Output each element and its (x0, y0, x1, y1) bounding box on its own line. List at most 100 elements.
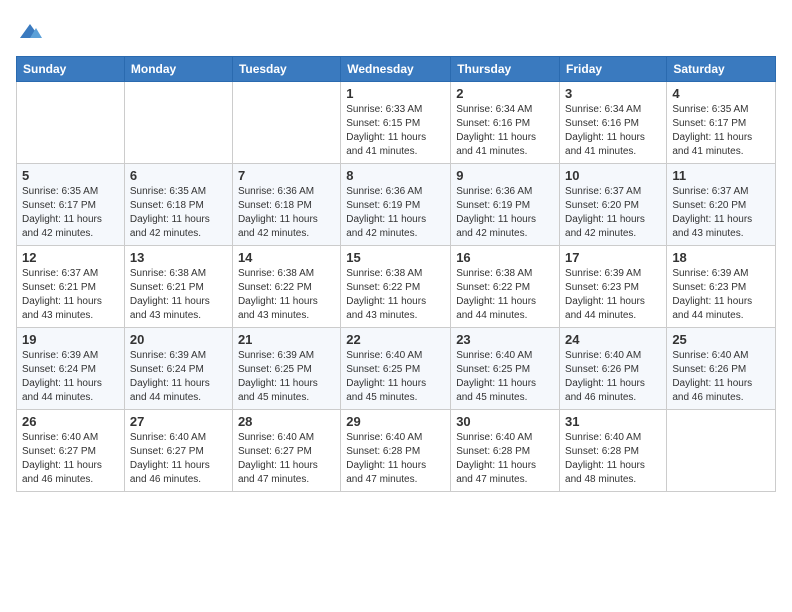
day-cell: 23 Sunrise: 6:40 AMSunset: 6:25 PMDayligh… (451, 328, 560, 410)
day-cell: 8 Sunrise: 6:36 AMSunset: 6:19 PMDaylight… (341, 164, 451, 246)
day-info: Sunrise: 6:37 AMSunset: 6:20 PMDaylight:… (565, 185, 661, 241)
day-info: Sunrise: 6:38 AMSunset: 6:22 PMDaylight:… (238, 267, 335, 323)
day-info: Sunrise: 6:39 AMSunset: 6:23 PMDaylight:… (672, 267, 770, 323)
day-number: 23 (456, 332, 554, 347)
day-info: Sunrise: 6:38 AMSunset: 6:21 PMDaylight:… (130, 267, 227, 323)
day-cell: 20Sunrise: 6:39 AMSunset: 6:24 PMDayligh… (124, 328, 232, 410)
day-number: 8 (346, 168, 445, 183)
day-number: 27 (130, 414, 227, 429)
day-cell: 1 Sunrise: 6:33 AMSunset: 6:15 PMDaylight… (341, 82, 451, 164)
day-cell (667, 410, 776, 492)
day-cell: 10 Sunrise: 6:37 AMSunset: 6:20 PMDayligh… (560, 164, 667, 246)
day-info: Sunrise: 6:40 AMSunset: 6:25 PMDaylight:… (346, 349, 445, 405)
day-number: 29 (346, 414, 445, 429)
weekday-header-thursday: Thursday (451, 57, 560, 82)
weekday-header-sunday: Sunday (17, 57, 125, 82)
day-number: 20 (130, 332, 227, 347)
day-cell: 22 Sunrise: 6:40 AMSunset: 6:25 PMDayligh… (341, 328, 451, 410)
day-info: Sunrise: 6:40 AMSunset: 6:28 PMDaylight:… (346, 431, 445, 487)
day-cell: 25 Sunrise: 6:40 AMSunset: 6:26 PMDayligh… (667, 328, 776, 410)
day-number: 21 (238, 332, 335, 347)
day-info: Sunrise: 6:40 AMSunset: 6:26 PMDaylight:… (672, 349, 770, 405)
day-info: Sunrise: 6:40 AMSunset: 6:26 PMDaylight:… (565, 349, 661, 405)
day-cell (124, 82, 232, 164)
week-row-3: 12Sunrise: 6:37 AMSunset: 6:21 PMDayligh… (17, 246, 776, 328)
day-info: Sunrise: 6:34 AMSunset: 6:16 PMDaylight:… (456, 103, 554, 159)
day-info: Sunrise: 6:37 AMSunset: 6:21 PMDaylight:… (22, 267, 119, 323)
day-info: Sunrise: 6:36 AMSunset: 6:19 PMDaylight:… (456, 185, 554, 241)
day-number: 25 (672, 332, 770, 347)
day-cell (232, 82, 340, 164)
day-cell: 14 Sunrise: 6:38 AMSunset: 6:22 PMDayligh… (232, 246, 340, 328)
week-row-1: 1 Sunrise: 6:33 AMSunset: 6:15 PMDaylight… (17, 82, 776, 164)
day-number: 19 (22, 332, 119, 347)
day-cell: 12Sunrise: 6:37 AMSunset: 6:21 PMDayligh… (17, 246, 125, 328)
weekday-header-row: SundayMondayTuesdayWednesdayThursdayFrid… (17, 57, 776, 82)
day-number: 1 (346, 86, 445, 101)
day-cell: 30 Sunrise: 6:40 AMSunset: 6:28 PMDayligh… (451, 410, 560, 492)
day-cell: 6 Sunrise: 6:35 AMSunset: 6:18 PMDaylight… (124, 164, 232, 246)
day-number: 6 (130, 168, 227, 183)
day-info: Sunrise: 6:35 AMSunset: 6:17 PMDaylight:… (22, 185, 119, 241)
day-info: Sunrise: 6:35 AMSunset: 6:17 PMDaylight:… (672, 103, 770, 159)
day-cell (17, 82, 125, 164)
day-cell: 4 Sunrise: 6:35 AMSunset: 6:17 PMDaylight… (667, 82, 776, 164)
day-cell: 26 Sunrise: 6:40 AMSunset: 6:27 PMDayligh… (17, 410, 125, 492)
weekday-header-friday: Friday (560, 57, 667, 82)
day-info: Sunrise: 6:40 AMSunset: 6:27 PMDaylight:… (238, 431, 335, 487)
day-number: 13 (130, 250, 227, 265)
day-cell: 18Sunrise: 6:39 AMSunset: 6:23 PMDayligh… (667, 246, 776, 328)
day-cell: 28Sunrise: 6:40 AMSunset: 6:27 PMDayligh… (232, 410, 340, 492)
day-cell: 7Sunrise: 6:36 AMSunset: 6:18 PMDaylight… (232, 164, 340, 246)
day-info: Sunrise: 6:38 AMSunset: 6:22 PMDaylight:… (456, 267, 554, 323)
day-cell: 24 Sunrise: 6:40 AMSunset: 6:26 PMDayligh… (560, 328, 667, 410)
day-info: Sunrise: 6:40 AMSunset: 6:25 PMDaylight:… (456, 349, 554, 405)
day-number: 11 (672, 168, 770, 183)
day-cell: 17 Sunrise: 6:39 AMSunset: 6:23 PMDayligh… (560, 246, 667, 328)
weekday-header-saturday: Saturday (667, 57, 776, 82)
day-number: 24 (565, 332, 661, 347)
day-number: 22 (346, 332, 445, 347)
day-info: Sunrise: 6:40 AMSunset: 6:28 PMDaylight:… (565, 431, 661, 487)
day-info: Sunrise: 6:35 AMSunset: 6:18 PMDaylight:… (130, 185, 227, 241)
day-cell: 16 Sunrise: 6:38 AMSunset: 6:22 PMDayligh… (451, 246, 560, 328)
day-number: 26 (22, 414, 119, 429)
day-number: 5 (22, 168, 119, 183)
day-number: 15 (346, 250, 445, 265)
day-cell: 31 Sunrise: 6:40 AMSunset: 6:28 PMDayligh… (560, 410, 667, 492)
day-number: 4 (672, 86, 770, 101)
day-info: Sunrise: 6:33 AMSunset: 6:15 PMDaylight:… (346, 103, 445, 159)
day-number: 7 (238, 168, 335, 183)
week-row-5: 26 Sunrise: 6:40 AMSunset: 6:27 PMDayligh… (17, 410, 776, 492)
weekday-header-monday: Monday (124, 57, 232, 82)
weekday-header-wednesday: Wednesday (341, 57, 451, 82)
day-number: 14 (238, 250, 335, 265)
day-cell: 15 Sunrise: 6:38 AMSunset: 6:22 PMDayligh… (341, 246, 451, 328)
day-info: Sunrise: 6:36 AMSunset: 6:19 PMDaylight:… (346, 185, 445, 241)
day-info: Sunrise: 6:39 AMSunset: 6:24 PMDaylight:… (22, 349, 119, 405)
day-info: Sunrise: 6:40 AMSunset: 6:28 PMDaylight:… (456, 431, 554, 487)
weekday-header-tuesday: Tuesday (232, 57, 340, 82)
day-info: Sunrise: 6:37 AMSunset: 6:20 PMDaylight:… (672, 185, 770, 241)
day-number: 16 (456, 250, 554, 265)
day-number: 10 (565, 168, 661, 183)
day-cell: 29 Sunrise: 6:40 AMSunset: 6:28 PMDayligh… (341, 410, 451, 492)
day-info: Sunrise: 6:39 AMSunset: 6:25 PMDaylight:… (238, 349, 335, 405)
day-cell: 21 Sunrise: 6:39 AMSunset: 6:25 PMDayligh… (232, 328, 340, 410)
day-cell: 11 Sunrise: 6:37 AMSunset: 6:20 PMDayligh… (667, 164, 776, 246)
day-cell: 9Sunrise: 6:36 AMSunset: 6:19 PMDaylight… (451, 164, 560, 246)
week-row-2: 5 Sunrise: 6:35 AMSunset: 6:17 PMDaylight… (17, 164, 776, 246)
day-cell: 13 Sunrise: 6:38 AMSunset: 6:21 PMDayligh… (124, 246, 232, 328)
day-info: Sunrise: 6:40 AMSunset: 6:27 PMDaylight:… (22, 431, 119, 487)
week-row-4: 19 Sunrise: 6:39 AMSunset: 6:24 PMDayligh… (17, 328, 776, 410)
page-header (16, 16, 776, 44)
day-number: 31 (565, 414, 661, 429)
day-number: 30 (456, 414, 554, 429)
day-number: 3 (565, 86, 661, 101)
day-number: 17 (565, 250, 661, 265)
day-info: Sunrise: 6:40 AMSunset: 6:27 PMDaylight:… (130, 431, 227, 487)
day-info: Sunrise: 6:39 AMSunset: 6:23 PMDaylight:… (565, 267, 661, 323)
logo-icon (16, 16, 44, 44)
day-cell: 19 Sunrise: 6:39 AMSunset: 6:24 PMDayligh… (17, 328, 125, 410)
day-info: Sunrise: 6:38 AMSunset: 6:22 PMDaylight:… (346, 267, 445, 323)
